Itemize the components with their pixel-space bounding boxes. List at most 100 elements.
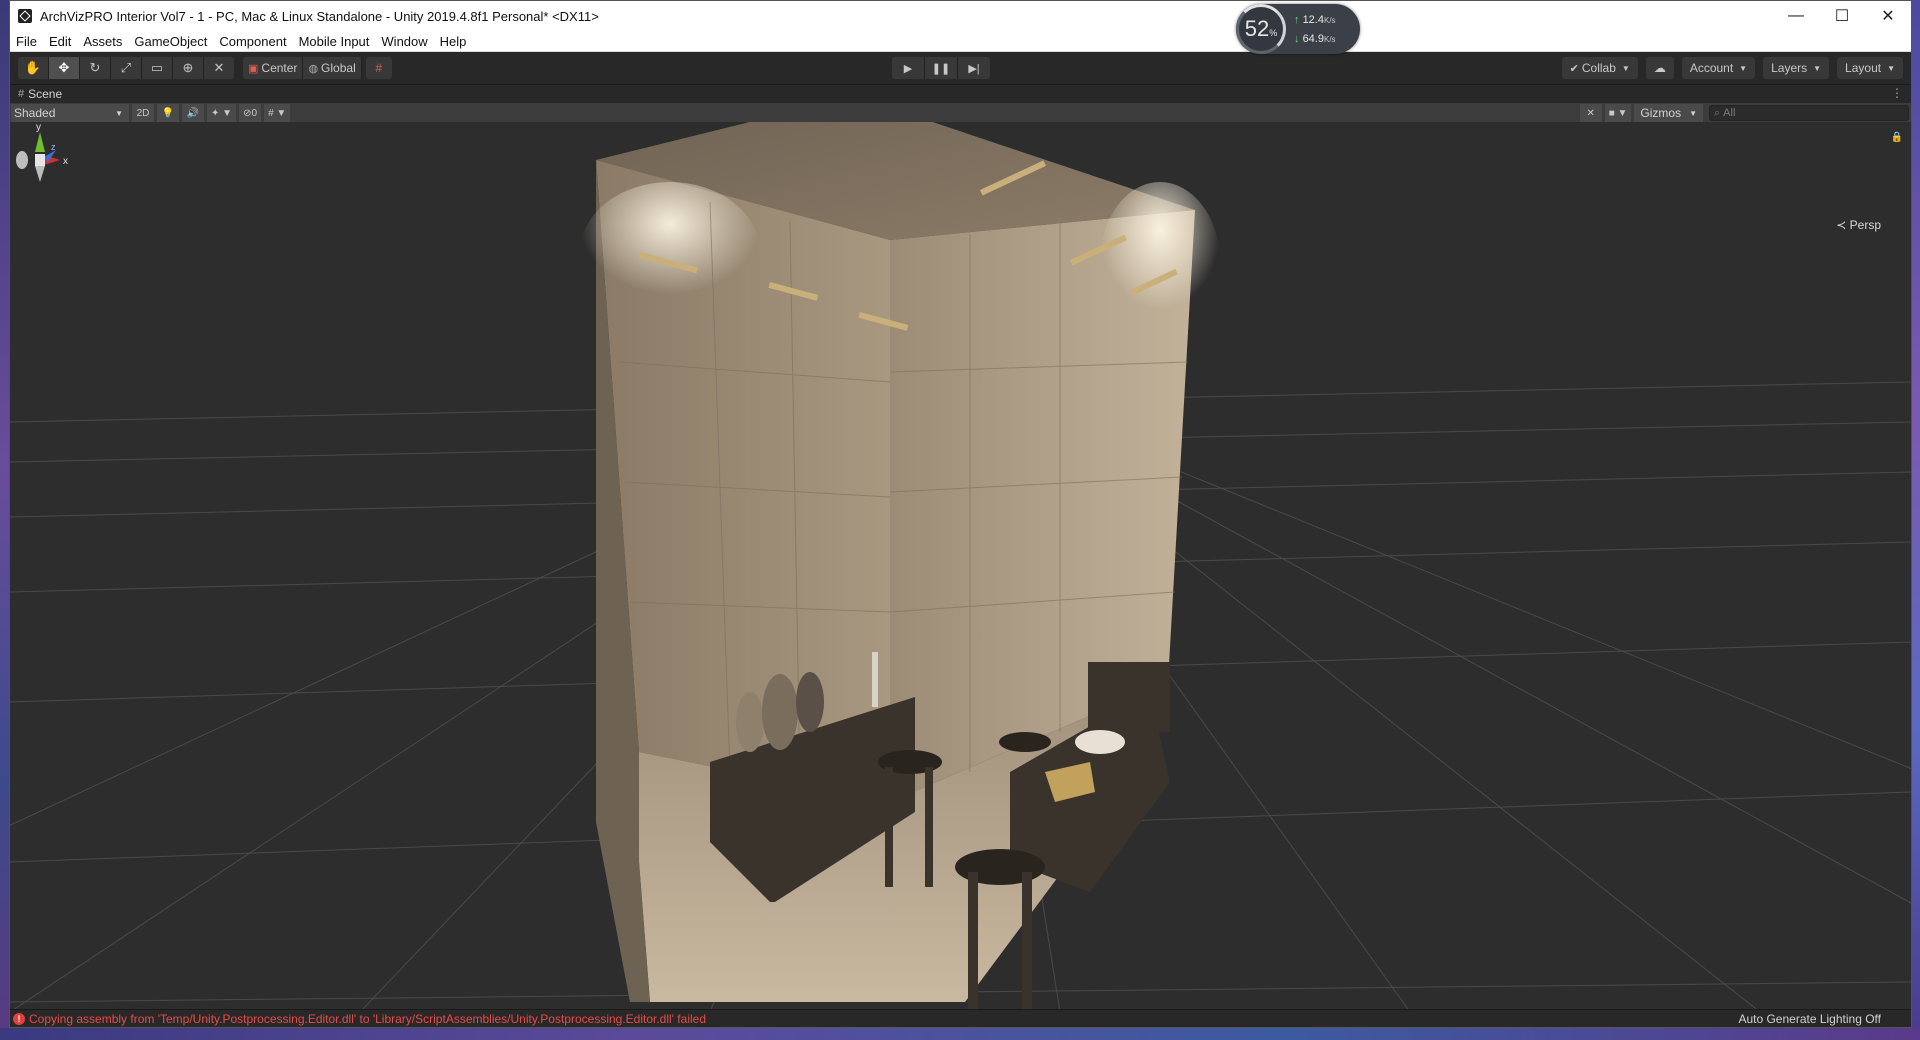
grid-snap-icon: # <box>375 61 383 75</box>
desktop-background-bottom <box>0 1028 1920 1040</box>
projection-toggle[interactable]: ≺ Persp <box>1836 218 1881 232</box>
pivot-center-icon: ▣ <box>248 62 259 75</box>
close-button[interactable]: ✕ <box>1865 1 1911 31</box>
scene-render <box>10 122 1911 1012</box>
tools-icon: ✕ <box>1586 107 1595 119</box>
desktop-background-right <box>1912 0 1920 1040</box>
grid-snap-button[interactable]: # <box>365 57 392 79</box>
camera-dropdown[interactable]: ■ ▼ <box>1604 104 1632 122</box>
layers-dropdown[interactable]: Layers ▼ <box>1763 57 1830 79</box>
audio-toggle[interactable]: 🔊 <box>182 104 204 122</box>
pause-button[interactable]: ❚❚ <box>925 57 958 79</box>
account-dropdown[interactable]: Account ▼ <box>1681 57 1756 79</box>
tab-menu-icon[interactable]: ⋮ <box>1891 86 1903 100</box>
cpu-usage-value: 52 <box>1244 16 1270 41</box>
menu-component[interactable]: Component <box>213 34 292 49</box>
collab-dropdown[interactable]: ✔ Collab ▼ <box>1561 57 1638 79</box>
effects-dropdown[interactable]: ✦ ▼ <box>207 104 237 122</box>
move-icon: ✥ <box>58 60 70 75</box>
pivot-group: ▣ Center ◍ Global <box>243 57 362 79</box>
custom-tool-button[interactable]: ✕ <box>204 57 234 79</box>
gizmos-dropdown[interactable]: Gizmos ▼ <box>1634 104 1703 122</box>
check-icon: ✔ <box>1569 62 1579 75</box>
grid-visibility-dropdown[interactable]: # ▼ <box>264 104 291 122</box>
collab-label: Collab <box>1581 61 1616 75</box>
menu-help[interactable]: Help <box>434 34 473 49</box>
tab-scene[interactable]: # Scene <box>10 85 73 103</box>
tools-icon: ✕ <box>213 60 225 75</box>
upload-arrow-icon: ↑ <box>1294 14 1303 26</box>
maximize-button[interactable]: ☐ <box>1819 1 1865 31</box>
scale-tool-button[interactable]: ⤢ <box>111 57 142 79</box>
transform-tool-button[interactable]: ⊕ <box>173 57 204 79</box>
chevron-down-icon: ▼ <box>1689 108 1697 118</box>
2d-toggle[interactable]: 2D <box>132 104 154 122</box>
cpu-usage-unit: % <box>1269 28 1278 38</box>
menu-bar: File Edit Assets GameObject Component Mo… <box>10 31 1911 52</box>
shading-mode-dropdown[interactable]: Shaded ▼ <box>11 104 129 122</box>
rect-icon: ▭ <box>150 60 164 75</box>
scene-tab-bar: # Scene ⋮ <box>10 85 1911 103</box>
upload-unit: K/s <box>1323 16 1336 25</box>
status-bar: ! Copying assembly from 'Temp/Unity.Post… <box>10 1009 1911 1027</box>
network-monitor-widget[interactable]: 52% ↑ 12.4K/s ↓ 64.9K/s <box>1236 4 1360 54</box>
pause-icon: ❚❚ <box>931 62 951 75</box>
center-cube-handle[interactable] <box>35 154 45 166</box>
pivot-space-button[interactable]: ◍ Global <box>303 57 362 79</box>
console-error-message[interactable]: Copying assembly from 'Temp/Unity.Postpr… <box>29 1012 706 1026</box>
play-controls: ▶ ❚❚ ▶| <box>892 57 990 79</box>
scale-icon: ⤢ <box>120 60 132 75</box>
network-rates: ↑ 12.4K/s ↓ 64.9K/s <box>1294 11 1336 49</box>
pivot-mode-label: Center <box>261 61 298 75</box>
pivot-mode-button[interactable]: ▣ Center <box>243 57 304 79</box>
menu-edit[interactable]: Edit <box>43 34 77 49</box>
menu-mobile-input[interactable]: Mobile Input <box>293 34 376 49</box>
rotate-icon: ↻ <box>89 60 101 75</box>
window-controls: — ☐ ✕ <box>1773 1 1911 31</box>
eye-slash-icon: ⊘ <box>243 107 252 119</box>
hidden-objects-toggle[interactable]: ⊘ 0 <box>239 104 262 122</box>
move-tool-button[interactable]: ✥ <box>49 57 80 79</box>
shading-mode-label: Shaded <box>14 106 56 120</box>
download-unit: K/s <box>1323 35 1336 44</box>
layers-label: Layers <box>1771 61 1808 75</box>
lighting-status[interactable]: Auto Generate Lighting Off <box>1738 1012 1881 1026</box>
lock-icon[interactable]: 🔒 <box>1891 132 1903 143</box>
title-bar: ArchVizPRO Interior Vol7 - 1 - PC, Mac &… <box>10 1 1911 31</box>
axis-y-label: y <box>36 122 41 133</box>
menu-window[interactable]: Window <box>375 34 433 49</box>
rect-tool-button[interactable]: ▭ <box>142 57 173 79</box>
lighting-toggle[interactable]: 💡 <box>157 104 179 122</box>
play-button[interactable]: ▶ <box>892 57 925 79</box>
menu-gameobject[interactable]: GameObject <box>128 34 213 49</box>
gizmos-label: Gizmos <box>1640 106 1682 120</box>
persp-arrow-icon: ≺ <box>1836 218 1847 232</box>
orientation-gizmo[interactable]: y x z <box>10 122 70 210</box>
step-icon: ▶| <box>968 62 980 75</box>
axis-y-handle[interactable] <box>35 132 45 152</box>
axis-z-label: z <box>51 142 56 152</box>
globe-icon: ◍ <box>308 62 319 75</box>
pivot-space-label: Global <box>321 61 356 75</box>
download-rate: 64.9 <box>1302 33 1324 45</box>
scene-search-input[interactable]: ⌕ All <box>1709 105 1909 121</box>
account-label: Account <box>1689 61 1734 75</box>
minimize-button[interactable]: — <box>1773 1 1819 31</box>
menu-file[interactable]: File <box>10 34 43 49</box>
tools-toggle[interactable]: ✕ <box>1579 104 1602 122</box>
hand-tool-button[interactable]: ✋ <box>18 57 49 79</box>
layout-dropdown[interactable]: Layout ▼ <box>1837 57 1903 79</box>
cpu-usage-gauge: 52% <box>1236 4 1286 54</box>
download-arrow-icon: ↓ <box>1294 33 1303 45</box>
toolbar-right: ✔ Collab ▼ ☁ Account ▼ Layers ▼ Layout ▼ <box>1554 57 1903 79</box>
menu-assets[interactable]: Assets <box>77 34 128 49</box>
scene-viewport[interactable]: y x z 🔒 ≺ Persp <box>10 122 1911 1012</box>
effects-icon: ✦ ▼ <box>211 107 233 119</box>
window-title: ArchVizPRO Interior Vol7 - 1 - PC, Mac &… <box>40 8 599 24</box>
cloud-button[interactable]: ☁ <box>1645 57 1674 79</box>
rotate-tool-button[interactable]: ↻ <box>80 57 111 79</box>
step-button[interactable]: ▶| <box>958 57 990 79</box>
error-icon: ! <box>13 1012 25 1025</box>
camera-icon: ■ ▼ <box>1608 107 1628 119</box>
main-toolbar: ✋ ✥ ↻ ⤢ ▭ ⊕ ✕ ▣ Center ◍ Global # ▶ ❚❚ ▶… <box>10 52 1911 85</box>
